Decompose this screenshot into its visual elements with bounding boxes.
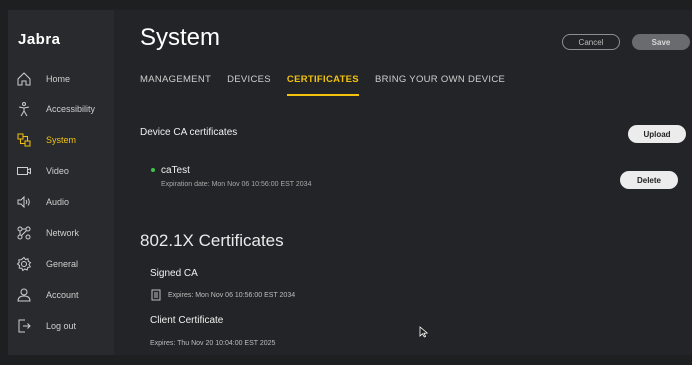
save-button[interactable]: Save	[632, 34, 690, 50]
gear-icon	[16, 256, 32, 272]
sidebar-item-video[interactable]: Video	[8, 159, 114, 183]
mouse-cursor-icon	[419, 326, 429, 338]
logout-icon	[16, 318, 32, 334]
sidebar-item-label: Accessibility	[46, 104, 96, 114]
signed-ca-expires: Expires: Mon Nov 06 10:56:00 EST 2034	[168, 291, 296, 299]
sidebar-item-logout[interactable]: Log out	[8, 314, 114, 338]
sidebar-item-label: Account	[46, 290, 79, 300]
app-window: Jabra Home Accessibility System Video Au…	[8, 10, 692, 355]
sidebar-item-label: Network	[46, 228, 80, 238]
jabra-logo: Jabra	[18, 31, 61, 48]
signed-ca-label: Signed CA	[150, 268, 198, 279]
speaker-icon	[16, 194, 32, 210]
sidebar-item-label: General	[46, 259, 79, 269]
accessibility-icon	[16, 101, 32, 117]
page-title: System	[140, 24, 221, 51]
sidebar-item-accessibility[interactable]: Accessibility	[8, 97, 114, 121]
status-dot	[151, 168, 155, 172]
sidebar-item-audio[interactable]: Audio	[8, 190, 114, 214]
user-icon	[16, 287, 32, 303]
home-icon	[16, 71, 32, 87]
sidebar-item-label: System	[46, 135, 77, 145]
device-ca-title: Device CA certificates	[140, 127, 238, 138]
tab-devices[interactable]: DEVICES	[227, 74, 271, 96]
sidebar: Jabra Home Accessibility System Video Au…	[8, 10, 114, 355]
tab-bring-your-own-device[interactable]: BRING YOUR OWN DEVICE	[375, 74, 505, 96]
sidebar-item-general[interactable]: General	[8, 252, 114, 276]
sidebar-item-label: Home	[46, 74, 71, 84]
tab-certificates[interactable]: CERTIFICATES	[286, 74, 360, 96]
client-cert-label: Client Certificate	[150, 315, 224, 326]
signed-ca-expiry: Expires: Mon Nov 06 10:56:00 EST 2034	[150, 289, 295, 301]
system-icon	[16, 132, 32, 148]
dot1x-title: 802.1X Certificates	[140, 231, 284, 250]
sidebar-item-label: Log out	[46, 321, 77, 331]
tab-management[interactable]: MANAGEMENT	[140, 74, 211, 96]
sidebar-item-network[interactable]: Network	[8, 221, 114, 245]
sidebar-item-label: Video	[46, 166, 69, 176]
cancel-button[interactable]: Cancel	[562, 34, 620, 50]
main-content: System Cancel Save MANAGEMENT DEVICES CE…	[114, 10, 692, 355]
delete-button[interactable]: Delete	[620, 171, 678, 189]
upload-button[interactable]: Upload	[628, 125, 686, 143]
tab-bar: MANAGEMENT DEVICES CERTIFICATES BRING YO…	[140, 74, 521, 96]
sidebar-item-label: Audio	[46, 197, 70, 207]
sidebar-item-home[interactable]: Home	[8, 67, 114, 91]
video-icon	[16, 163, 32, 179]
client-cert-expires: Expires: Thu Nov 20 10:04:00 EST 2025	[150, 340, 276, 347]
document-icon	[150, 289, 162, 301]
cert-expiration: Expiration date: Mon Nov 06 10:56:00 EST…	[161, 181, 312, 188]
sidebar-item-account[interactable]: Account	[8, 283, 114, 307]
cert-name: caTest	[161, 165, 190, 176]
network-icon	[16, 225, 32, 241]
sidebar-item-system[interactable]: System	[8, 128, 114, 152]
